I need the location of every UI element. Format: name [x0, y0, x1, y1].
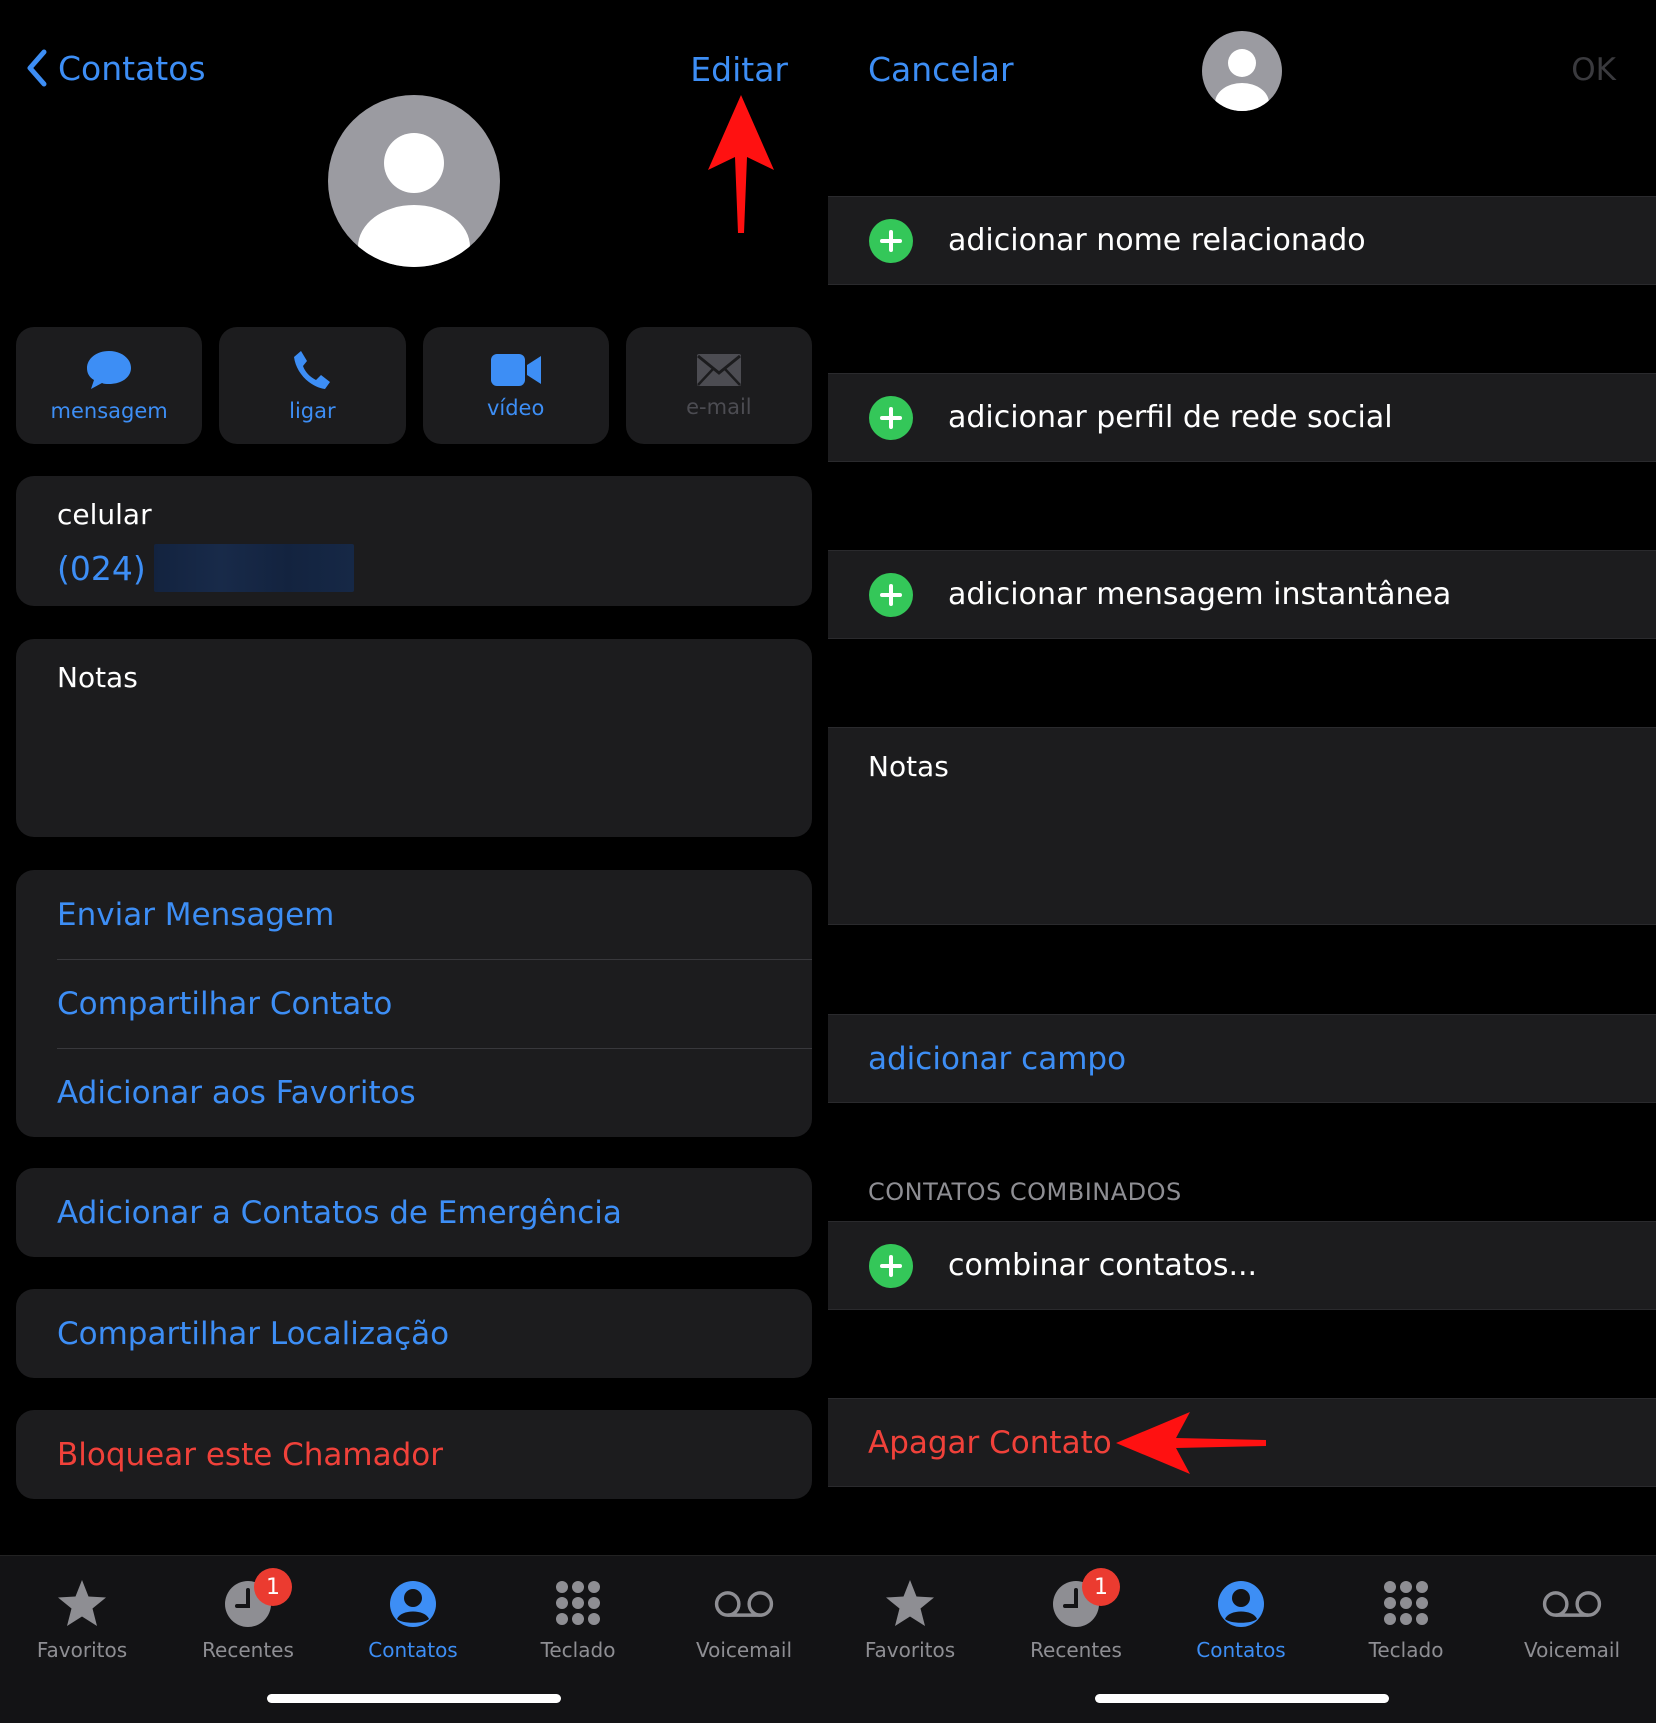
add-field-label: adicionar campo — [868, 1040, 1127, 1077]
tab-bar: Favoritos 1 Recentes Contatos Teclado Vo… — [0, 1555, 828, 1723]
star-icon — [880, 1576, 940, 1632]
contact-avatar[interactable] — [328, 95, 500, 267]
link-contacts-label: combinar contatos... — [948, 1248, 1258, 1283]
tab-favorites[interactable]: Favoritos — [835, 1576, 985, 1662]
keypad-icon — [548, 1576, 608, 1632]
tab-favorites-label: Favoritos — [864, 1638, 956, 1662]
recents-badge: 1 — [1082, 1568, 1120, 1606]
tab-contacts[interactable]: Contatos — [1166, 1576, 1316, 1662]
add-green-plus-icon — [869, 1244, 913, 1288]
add-to-favorites-option[interactable]: Adicionar aos Favoritos — [16, 1048, 812, 1137]
home-indicator[interactable] — [1095, 1694, 1389, 1703]
tab-favorites[interactable]: Favoritos — [7, 1576, 157, 1662]
emergency-contacts-group: Adicionar a Contatos de Emergência — [16, 1168, 812, 1257]
add-instant-message-label: adicionar mensagem instantânea — [948, 577, 1452, 612]
tab-recents-label: Recentes — [1030, 1638, 1122, 1662]
edit-avatar[interactable] — [1202, 31, 1282, 111]
annotation-arrow-up-icon — [708, 95, 774, 233]
tab-voicemail[interactable]: Voicemail — [1497, 1576, 1647, 1662]
tab-recents-label: Recentes — [202, 1638, 294, 1662]
add-emergency-contact-option[interactable]: Adicionar a Contatos de Emergência — [16, 1168, 812, 1257]
envelope-icon — [696, 353, 742, 387]
tab-voicemail-label: Voicemail — [695, 1638, 793, 1662]
add-green-plus-icon — [869, 219, 913, 263]
video-camera-icon — [490, 352, 541, 388]
add-instant-message-row[interactable]: adicionar mensagem instantânea — [828, 550, 1656, 639]
home-indicator[interactable] — [267, 1694, 561, 1703]
phone-area-code: (024) — [57, 548, 146, 588]
person-circle-icon — [1211, 1576, 1271, 1632]
tab-voicemail-label: Voicemail — [1523, 1638, 1621, 1662]
add-social-profile-row[interactable]: adicionar perfil de rede social — [828, 373, 1656, 462]
notes-card[interactable]: Notas — [16, 639, 812, 837]
chevron-left-icon — [24, 48, 48, 88]
redacted-phone-digits — [153, 544, 354, 592]
back-button[interactable]: Contatos — [24, 48, 206, 88]
video-action-button[interactable]: vídeo — [422, 327, 609, 444]
add-green-plus-icon — [869, 573, 913, 617]
tab-contacts[interactable]: Contatos — [338, 1576, 488, 1662]
message-action-button[interactable]: mensagem — [16, 327, 203, 444]
star-icon — [52, 1576, 112, 1632]
video-action-label: vídeo — [486, 395, 545, 420]
cancel-button[interactable]: Cancelar — [868, 50, 1014, 89]
share-location-option[interactable]: Compartilhar Localização — [16, 1289, 812, 1378]
call-action-label: ligar — [289, 398, 336, 423]
send-message-option[interactable]: Enviar Mensagem — [16, 870, 812, 959]
block-caller-group: Bloquear este Chamador — [16, 1410, 812, 1499]
ok-button[interactable]: OK — [1571, 52, 1616, 88]
annotation-arrow-left-icon — [1116, 1412, 1266, 1474]
call-action-button[interactable]: ligar — [219, 327, 406, 444]
link-contacts-row[interactable]: combinar contatos... — [828, 1221, 1656, 1310]
add-related-name-row[interactable]: adicionar nome relacionado — [828, 196, 1656, 285]
phone-number-card[interactable]: celular (024) — [16, 476, 812, 606]
tab-keypad[interactable]: Teclado — [503, 1576, 653, 1662]
clock-icon: 1 — [218, 1568, 292, 1632]
tab-bar: Favoritos 1 Recentes Contatos Teclado Vo… — [828, 1555, 1656, 1723]
phone-icon — [292, 349, 332, 391]
keypad-icon — [1376, 1576, 1436, 1632]
email-action-label: e-mail — [686, 394, 752, 419]
add-field-row[interactable]: adicionar campo — [828, 1014, 1656, 1103]
voicemail-icon — [1542, 1576, 1602, 1632]
block-caller-option[interactable]: Bloquear este Chamador — [16, 1410, 812, 1499]
back-button-label: Contatos — [58, 48, 206, 88]
tab-keypad-label: Teclado — [1368, 1638, 1444, 1662]
quick-actions: mensagem ligar vídeo e-mail — [16, 327, 812, 444]
add-related-name-label: adicionar nome relacionado — [948, 223, 1366, 258]
phone-number[interactable]: (024) — [57, 544, 354, 592]
contact-detail-screen: Contatos Editar mensagem ligar vídeo e-m… — [0, 0, 828, 1723]
voicemail-icon — [714, 1576, 774, 1632]
tab-keypad-label: Teclado — [540, 1638, 616, 1662]
add-green-plus-icon — [869, 396, 913, 440]
share-location-group: Compartilhar Localização — [16, 1289, 812, 1378]
message-action-label: mensagem — [50, 398, 168, 423]
linked-contacts-header: CONTATOS COMBINADOS — [868, 1178, 1182, 1206]
person-circle-icon — [383, 1576, 443, 1632]
edit-button[interactable]: Editar — [690, 50, 788, 89]
message-bubble-icon — [85, 349, 133, 391]
share-contact-option[interactable]: Compartilhar Contato — [16, 959, 812, 1048]
contact-options-group: Enviar Mensagem Compartilhar Contato Adi… — [16, 870, 812, 1137]
tab-contacts-label: Contatos — [368, 1638, 458, 1662]
add-social-profile-label: adicionar perfil de rede social — [948, 400, 1393, 435]
tab-recents[interactable]: 1 Recentes — [1001, 1568, 1151, 1662]
notes-label: Notas — [57, 661, 138, 694]
edit-notes-label: Notas — [868, 750, 949, 783]
edit-notes-field[interactable]: Notas — [828, 727, 1656, 925]
email-action-button[interactable]: e-mail — [625, 327, 812, 444]
clock-icon: 1 — [1046, 1568, 1120, 1632]
tab-voicemail[interactable]: Voicemail — [669, 1576, 819, 1662]
delete-contact-label: Apagar Contato — [868, 1424, 1112, 1461]
tab-keypad[interactable]: Teclado — [1331, 1576, 1481, 1662]
phone-label: celular — [57, 498, 152, 531]
tab-favorites-label: Favoritos — [36, 1638, 128, 1662]
tab-contacts-label: Contatos — [1196, 1638, 1286, 1662]
recents-badge: 1 — [254, 1568, 292, 1606]
tab-recents[interactable]: 1 Recentes — [173, 1568, 323, 1662]
contact-edit-screen: Cancelar OK adicionar nome relacionado a… — [828, 0, 1656, 1723]
